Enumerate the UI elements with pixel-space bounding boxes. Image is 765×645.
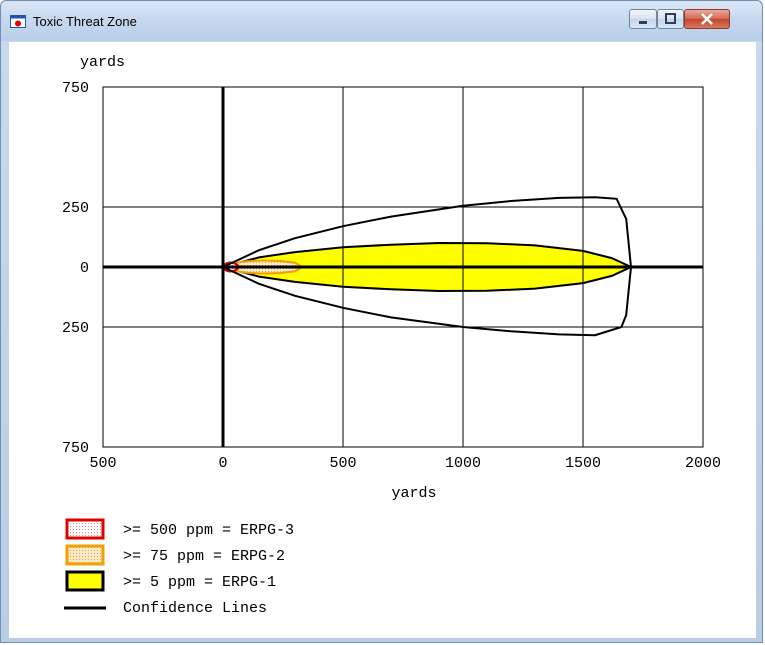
app-icon bbox=[10, 15, 26, 28]
minimize-button[interactable] bbox=[629, 9, 657, 29]
axes bbox=[103, 87, 703, 447]
y-tick-label: 250 bbox=[62, 200, 89, 217]
legend-swatch-2 bbox=[65, 570, 105, 592]
x-tick-label: 1500 bbox=[565, 455, 601, 472]
x-tick-label: 500 bbox=[89, 455, 116, 472]
app-window: Toxic Threat Zone yards yards 750 250 0 … bbox=[0, 0, 763, 643]
title-bar[interactable]: Toxic Threat Zone bbox=[1, 1, 762, 41]
chart-area: yards yards 750 250 0 250 750 500 0 500 1000 1500… bbox=[9, 42, 756, 638]
legend-label: Confidence Lines bbox=[123, 600, 267, 617]
legend-label: >= 5 ppm = ERPG-1 bbox=[123, 574, 276, 591]
y-tick-label: 750 bbox=[62, 440, 89, 457]
x-tick-label: 2000 bbox=[685, 455, 721, 472]
minimize-icon bbox=[639, 21, 647, 24]
toxic-threat-zone-chart: yards yards 7502500250750500 0 500 1000 1500… bbox=[62, 54, 721, 617]
y-tick-label: 750 bbox=[62, 80, 89, 97]
close-icon bbox=[701, 13, 713, 25]
x-tick-label: 1000 bbox=[445, 455, 481, 472]
y-tick-label: 0 bbox=[80, 260, 89, 277]
legend-label: >= 75 ppm = ERPG-2 bbox=[123, 548, 285, 565]
x-axis-label: yards bbox=[391, 485, 436, 502]
close-button[interactable] bbox=[684, 9, 730, 29]
legend-swatch-1 bbox=[65, 544, 105, 566]
x-tick-label: 500 bbox=[329, 455, 356, 472]
legend: >= 500 ppm = ERPG-3 >= 75 ppm = ERPG-2 >= … bbox=[64, 518, 294, 617]
maximize-icon bbox=[665, 13, 676, 24]
y-axis-label: yards bbox=[80, 54, 125, 71]
x-tick-label: 0 bbox=[218, 455, 227, 472]
y-tick-label: 250 bbox=[62, 320, 89, 337]
window-title: Toxic Threat Zone bbox=[33, 14, 137, 29]
legend-swatch-0 bbox=[65, 518, 105, 540]
legend-label: >= 500 ppm = ERPG-3 bbox=[123, 522, 294, 539]
maximize-button[interactable] bbox=[657, 9, 684, 29]
